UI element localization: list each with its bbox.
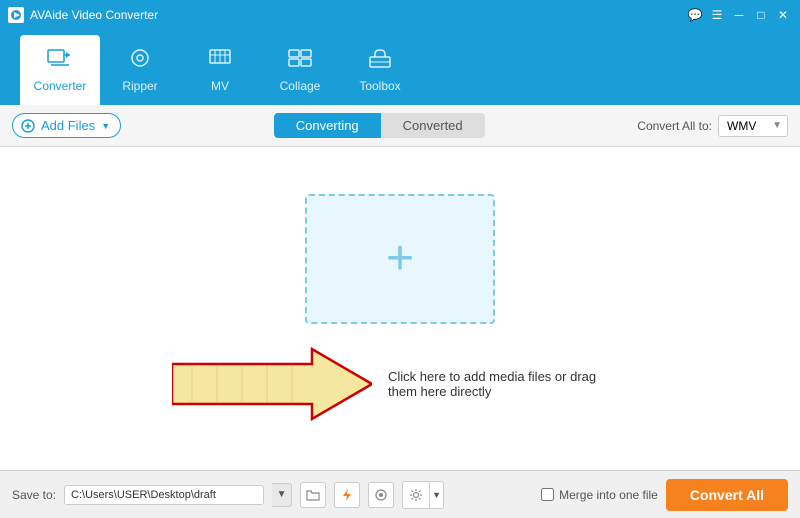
settings-dropdown-btn[interactable]: ▼	[429, 482, 443, 508]
nav-mv[interactable]: MV	[180, 35, 260, 105]
path-dropdown-btn[interactable]: ▼	[272, 483, 292, 507]
convert-all-to-label: Convert All to:	[637, 119, 712, 133]
nav-ripper-label: Ripper	[122, 79, 157, 93]
nav-converter-label: Converter	[34, 79, 87, 93]
settings-group: ▼	[402, 481, 444, 509]
nav-bar: Converter Ripper MV	[0, 30, 800, 105]
app-icon	[8, 7, 24, 23]
add-files-button[interactable]: Add Files ▼	[12, 113, 121, 138]
tabs-container: Converting Converted	[131, 113, 627, 138]
flash-icon	[340, 488, 354, 502]
menu-btn[interactable]: ☰	[708, 6, 726, 24]
nav-converter[interactable]: Converter	[20, 35, 100, 105]
tab-converting[interactable]: Converting	[274, 113, 381, 138]
help-btn[interactable]: 💬	[686, 6, 704, 24]
tab-converted[interactable]: Converted	[381, 113, 485, 138]
nav-mv-label: MV	[211, 79, 229, 93]
merge-checkbox-label: Merge into one file	[541, 488, 658, 502]
app-title: AVAide Video Converter	[30, 8, 158, 22]
status-bar: Save to: ▼ ▼ Merge into one file Convert…	[0, 470, 800, 518]
drop-zone[interactable]: +	[305, 194, 495, 324]
annotation-area: Click here to add media files or drag th…	[172, 344, 628, 424]
merge-checkbox[interactable]	[541, 488, 554, 501]
nav-ripper[interactable]: Ripper	[100, 35, 180, 105]
minimize-btn[interactable]: ─	[730, 6, 748, 24]
add-files-label: Add Files	[41, 118, 95, 133]
nav-collage-label: Collage	[280, 79, 321, 93]
edit-icon	[374, 488, 388, 502]
arrow-annotation	[172, 344, 372, 424]
ripper-icon	[126, 47, 154, 75]
plus-circle-icon	[21, 119, 35, 133]
title-bar-controls: 💬 ☰ ─ □ ✕	[686, 6, 792, 24]
close-btn[interactable]: ✕	[774, 6, 792, 24]
maximize-btn[interactable]: □	[752, 6, 770, 24]
save-path-input[interactable]	[64, 485, 264, 505]
edit-btn[interactable]	[368, 482, 394, 508]
toolbar: Add Files ▼ Converting Converted Convert…	[0, 105, 800, 147]
add-files-dropdown-arrow: ▼	[101, 121, 110, 131]
mv-icon	[206, 47, 234, 75]
gear-icon	[409, 488, 423, 502]
instruction-text: Click here to add media files or drag th…	[388, 369, 628, 399]
flash-btn[interactable]	[334, 482, 360, 508]
merge-label: Merge into one file	[559, 488, 658, 502]
save-label: Save to:	[12, 488, 56, 502]
title-bar-left: AVAide Video Converter	[8, 7, 158, 23]
folder-browse-btn[interactable]	[300, 482, 326, 508]
convert-all-button[interactable]: Convert All	[666, 479, 788, 511]
converter-icon	[46, 47, 74, 75]
main-content: + Click here to add media files or drag …	[0, 147, 800, 470]
collage-icon	[286, 47, 314, 75]
settings-btn[interactable]	[403, 482, 429, 508]
toolbox-icon	[366, 47, 394, 75]
nav-toolbox[interactable]: Toolbox	[340, 35, 420, 105]
nav-toolbox-label: Toolbox	[359, 79, 400, 93]
title-bar: AVAide Video Converter 💬 ☰ ─ □ ✕	[0, 0, 800, 30]
folder-icon	[306, 488, 320, 502]
format-dropdown[interactable]: WMV MP4 AVI MOV MKV ▼	[718, 115, 788, 137]
drop-zone-plus-icon: +	[386, 235, 414, 283]
format-select[interactable]: WMV MP4 AVI MOV MKV	[718, 115, 788, 137]
convert-all-to: Convert All to: WMV MP4 AVI MOV MKV ▼	[637, 115, 788, 137]
nav-collage[interactable]: Collage	[260, 35, 340, 105]
